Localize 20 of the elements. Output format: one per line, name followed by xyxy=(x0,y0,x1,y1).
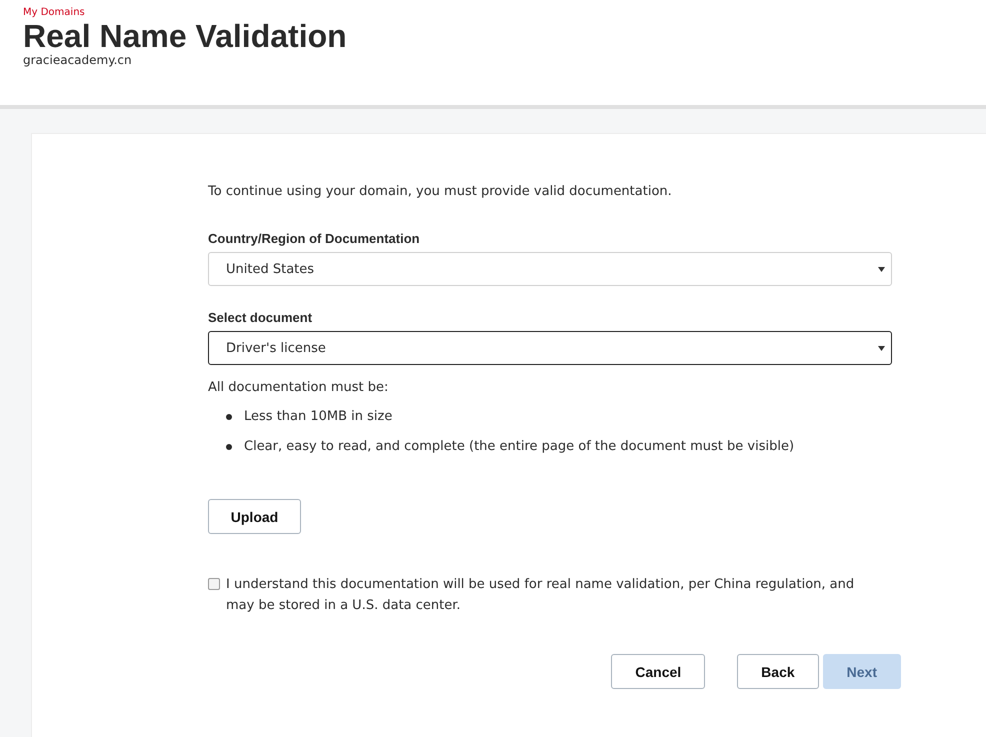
field-label: Country/Region of Documentation xyxy=(208,231,421,246)
domain-name: gracieacademy.cn xyxy=(23,53,133,67)
bullet-icon xyxy=(226,414,232,420)
field-label: Select document xyxy=(208,310,314,325)
action-button[interactable]: Back xyxy=(737,654,819,689)
caret-icon xyxy=(878,346,885,350)
consent-text: I understand this documentation will be used for real name validation, per China regulation, and may be stored in a U.S. data center. xyxy=(226,576,856,615)
consent-checkbox[interactable] xyxy=(208,578,220,590)
intro-text: To continue using your domain, you must provide valid documentation. xyxy=(208,184,673,199)
action-button[interactable]: Cancel xyxy=(611,654,706,689)
breadcrumb-link[interactable]: My Domains xyxy=(23,7,85,19)
requirement-text: Clear, easy to read, and complete (the entire page of the document must be visible) xyxy=(244,439,794,454)
dropdown-field[interactable]: Driver's license xyxy=(208,331,892,365)
caret-icon xyxy=(878,266,885,272)
upload-button[interactable]: Upload xyxy=(208,499,301,534)
bullet-icon xyxy=(226,444,232,450)
page-title: Real Name Validation xyxy=(23,19,348,53)
requirement-text: Less than 10MB in size xyxy=(244,409,392,424)
dropdown-field[interactable]: United States xyxy=(208,252,892,286)
requirements-heading: All documentation must be: xyxy=(208,380,390,395)
